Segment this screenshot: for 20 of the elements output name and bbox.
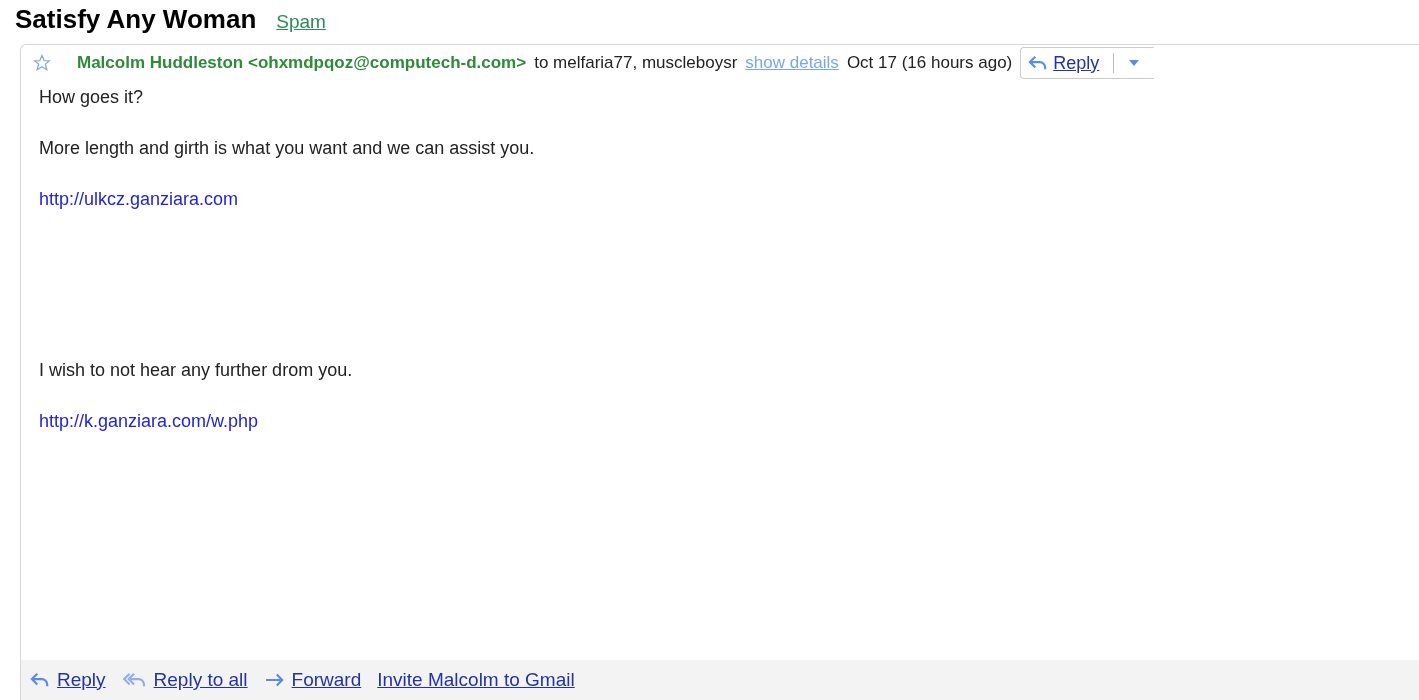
- label-link[interactable]: Spam: [276, 11, 326, 33]
- body-text: How goes it?: [39, 87, 145, 108]
- star-icon[interactable]: [33, 54, 51, 72]
- reply-all-link[interactable]: Reply to all: [121, 669, 248, 691]
- reply-icon: [29, 671, 51, 689]
- right-arrow-icon: [263, 671, 286, 689]
- sender-name: Malcolm Huddleston <ohxmdpqoz@computech-d.com>: [77, 53, 527, 73]
- reply-link[interactable]: Reply: [29, 669, 106, 691]
- body-link[interactable]: http://ulkcz.ganziara.com: [39, 189, 239, 209]
- body-link[interactable]: http://k.ganziara.com/w.php: [39, 411, 259, 431]
- invite-link[interactable]: Invite Malcolm to Gmail: [377, 669, 575, 691]
- reply-button[interactable]: Reply: [1020, 47, 1155, 79]
- forward-link[interactable]: Forward: [263, 669, 362, 691]
- reply-all-icon: [121, 671, 148, 689]
- body-text: I wish to not hear any further drom you.: [39, 360, 354, 381]
- body-text: More length and girth is what you want and we can assist you.: [39, 138, 536, 159]
- message-date: Oct 17 (16 hours ago): [846, 53, 1013, 73]
- caret-icon[interactable]: [1128, 58, 1141, 68]
- email-subject: Satisfy Any Woman: [15, 4, 257, 35]
- recipients: to melfaria77, muscleboysr: [534, 53, 738, 73]
